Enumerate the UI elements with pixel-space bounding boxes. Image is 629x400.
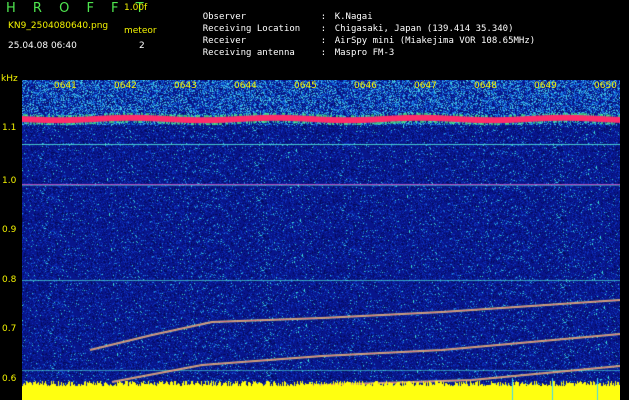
x-tick-label: 0649 [534,81,557,91]
x-tick-label: 0648 [474,81,497,91]
x-tick-label: 0643 [174,81,197,91]
x-tick-label: 0642 [114,81,137,91]
x-tick-label: 0650 [594,81,617,91]
x-tick-label: 0645 [294,81,317,91]
x-tick-label: 0646 [354,81,377,91]
info-row-antenna: Receiving antenna: Maspro FM-3 [181,40,395,67]
y-axis-unit: kHz [1,74,18,84]
x-tick-label: 0647 [414,81,437,91]
spectrogram-canvas[interactable] [22,80,620,400]
y-tick-label: 1.1 [2,123,17,133]
info-value: Maspro FM-3 [334,48,395,58]
file-name: KN9_2504080640.png [8,21,109,31]
x-tick-label: 0644 [234,81,257,91]
y-tick-label: 0.7 [2,324,17,334]
info-key: Receiving antenna [202,48,295,58]
y-tick-label: 0.9 [2,225,17,235]
y-tick-label: 0.6 [2,374,17,384]
meteor-count: 2 [139,41,145,51]
timestamp: 25.04.08 06:40 [8,41,77,51]
app-version: 1.00f [124,3,148,13]
y-tick-label: 1.0 [2,176,17,186]
y-tick-label: 0.8 [2,275,17,285]
x-tick-label: 0641 [54,81,77,91]
meteor-label: meteor [124,26,157,36]
header-panel: H R O F F T 1.00f KN9_2504080640.png met… [0,0,629,74]
info-separator: : [320,48,327,58]
